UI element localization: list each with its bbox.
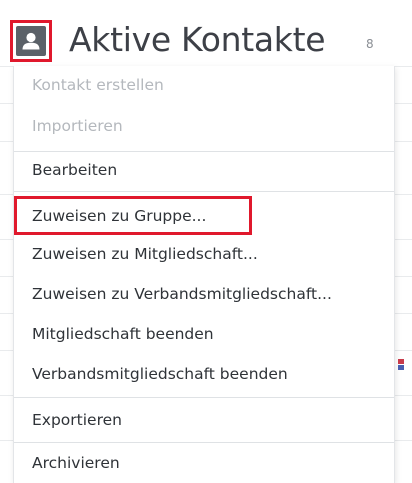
menu-separator bbox=[14, 442, 394, 443]
menu-item-assign-membership[interactable]: Zuweisen zu Mitgliedschaft... bbox=[14, 236, 394, 273]
page: Aktive Kontakte 8 Kontakt erstellen Impo… bbox=[0, 0, 412, 483]
contact-count: 8 bbox=[366, 37, 374, 51]
menu-separator bbox=[14, 397, 394, 398]
contact-actions-menu: Kontakt erstellen Importieren Bearbeiten… bbox=[13, 66, 395, 483]
menu-item-create-contact: Kontakt erstellen bbox=[32, 76, 164, 94]
menu-item-import: Importieren bbox=[32, 117, 123, 135]
row-flag-icon bbox=[398, 359, 404, 370]
menu-item-end-membership[interactable]: Mitgliedschaft beenden bbox=[14, 316, 394, 353]
menu-item-assign-association-membership[interactable]: Zuweisen zu Verbandsmitgliedschaft... bbox=[14, 276, 394, 313]
menu-item-archive[interactable]: Archivieren bbox=[14, 445, 394, 482]
menu-item-assign-group[interactable]: Zuweisen zu Gruppe... bbox=[14, 198, 394, 235]
page-header: Aktive Kontakte 8 bbox=[0, 0, 412, 66]
contact-actions-button[interactable] bbox=[10, 20, 52, 62]
menu-item-export[interactable]: Exportieren bbox=[14, 402, 394, 439]
menu-item-end-association-membership[interactable]: Verbandsmitgliedschaft beenden bbox=[14, 356, 394, 393]
page-title: Aktive Kontakte bbox=[69, 20, 326, 59]
menu-item-edit[interactable]: Bearbeiten bbox=[14, 152, 394, 189]
menu-separator bbox=[14, 191, 394, 192]
user-icon bbox=[22, 32, 40, 50]
